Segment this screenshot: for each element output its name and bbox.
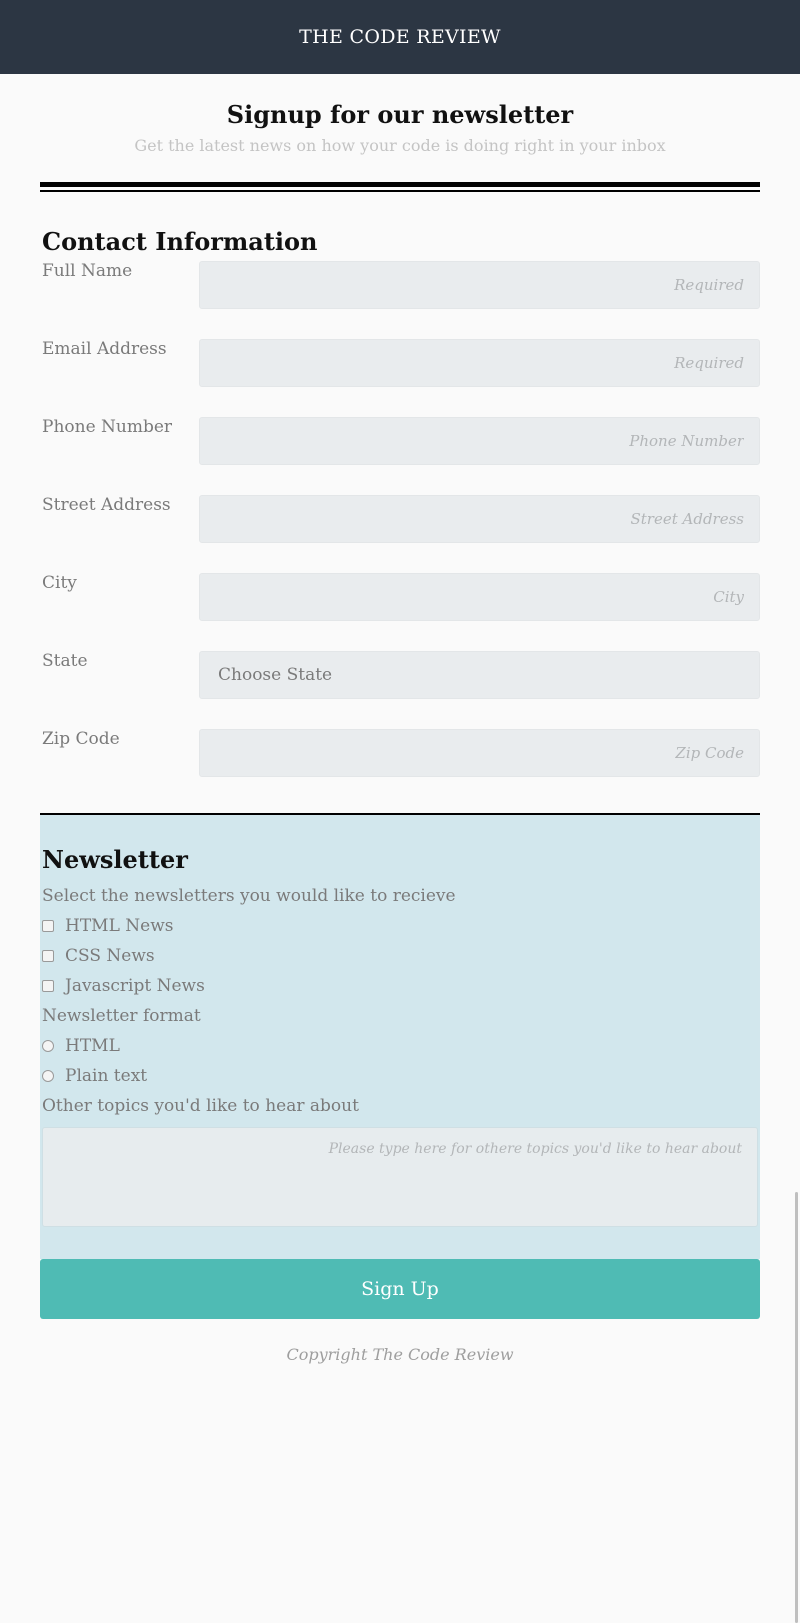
newsletter-title: Newsletter <box>42 845 188 874</box>
email-row: Email Address <box>40 339 760 401</box>
checkbox[interactable] <box>42 980 54 992</box>
page-title: Signup for our newsletter <box>226 100 574 129</box>
checkbox-label: HTML News <box>65 916 174 936</box>
checkbox[interactable] <box>42 950 54 962</box>
full-name-label: Full Name <box>42 261 133 281</box>
divider-thin <box>40 190 760 192</box>
email-label: Email Address <box>42 339 167 359</box>
newsletter-select-prompt: Select the newsletters you would like to… <box>42 886 456 906</box>
contact-title: Contact Information <box>42 227 318 256</box>
format-label: Newsletter format <box>42 1006 201 1026</box>
contact-fields: Full Name Email Address Phone Number Str… <box>40 261 760 791</box>
topics-placeholder: Please type here for othere topics you'd… <box>328 1141 742 1157</box>
state-row: State Choose State <box>40 651 760 713</box>
page-subtitle: Get the latest news on how your code is … <box>134 136 666 155</box>
zip-label: Zip Code <box>42 729 120 749</box>
double-divider <box>40 182 760 192</box>
checkbox-label: Javascript News <box>65 976 205 996</box>
phone-label: Phone Number <box>42 417 173 437</box>
street-label: Street Address <box>42 495 171 515</box>
city-label: City <box>42 573 77 593</box>
sign-up-button[interactable]: Sign Up <box>40 1259 760 1319</box>
checkbox[interactable] <box>42 920 54 932</box>
topics-textarea[interactable]: Please type here for othere topics you'd… <box>42 1127 758 1227</box>
full-name-row: Full Name <box>40 261 760 323</box>
street-input[interactable] <box>199 495 760 543</box>
radio-label: Plain text <box>65 1066 148 1086</box>
city-row: City <box>40 573 760 635</box>
site-header: THE CODE REVIEW <box>0 0 800 74</box>
email-input[interactable] <box>199 339 760 387</box>
sign-up-button-label: Sign Up <box>361 1278 439 1300</box>
zip-input[interactable] <box>199 729 760 777</box>
checkbox-css-news[interactable]: CSS News <box>42 941 758 971</box>
contact-section: Contact Information Full Name Email Addr… <box>40 227 760 791</box>
divider-thick <box>40 182 760 187</box>
newsletter-section: Newsletter Select the newsletters you wo… <box>40 813 760 1259</box>
signup-page: Signup for our newsletter Get the latest… <box>40 74 760 1364</box>
full-name-input[interactable] <box>199 261 760 309</box>
radio-button[interactable] <box>42 1070 54 1082</box>
state-select[interactable]: Choose State <box>199 651 760 699</box>
street-row: Street Address <box>40 495 760 557</box>
state-select-value: Choose State <box>218 665 333 685</box>
checkbox-html-news[interactable]: HTML News <box>42 911 758 941</box>
phone-input[interactable] <box>199 417 760 465</box>
topics-label: Other topics you'd like to hear about <box>42 1096 359 1116</box>
city-input[interactable] <box>199 573 760 621</box>
radio-label: HTML <box>65 1036 120 1056</box>
site-title: THE CODE REVIEW <box>299 26 501 48</box>
zip-row: Zip Code <box>40 729 760 791</box>
radio-html[interactable]: HTML <box>42 1031 758 1061</box>
intro: Signup for our newsletter Get the latest… <box>40 74 760 155</box>
footer-copyright: Copyright The Code Review <box>286 1345 514 1364</box>
scrollbar[interactable] <box>795 1192 798 1623</box>
phone-row: Phone Number <box>40 417 760 479</box>
state-label: State <box>42 651 88 671</box>
radio-button[interactable] <box>42 1040 54 1052</box>
radio-plain-text[interactable]: Plain text <box>42 1061 758 1091</box>
checkbox-label: CSS News <box>65 946 155 966</box>
checkbox-javascript-news[interactable]: Javascript News <box>42 971 758 1001</box>
